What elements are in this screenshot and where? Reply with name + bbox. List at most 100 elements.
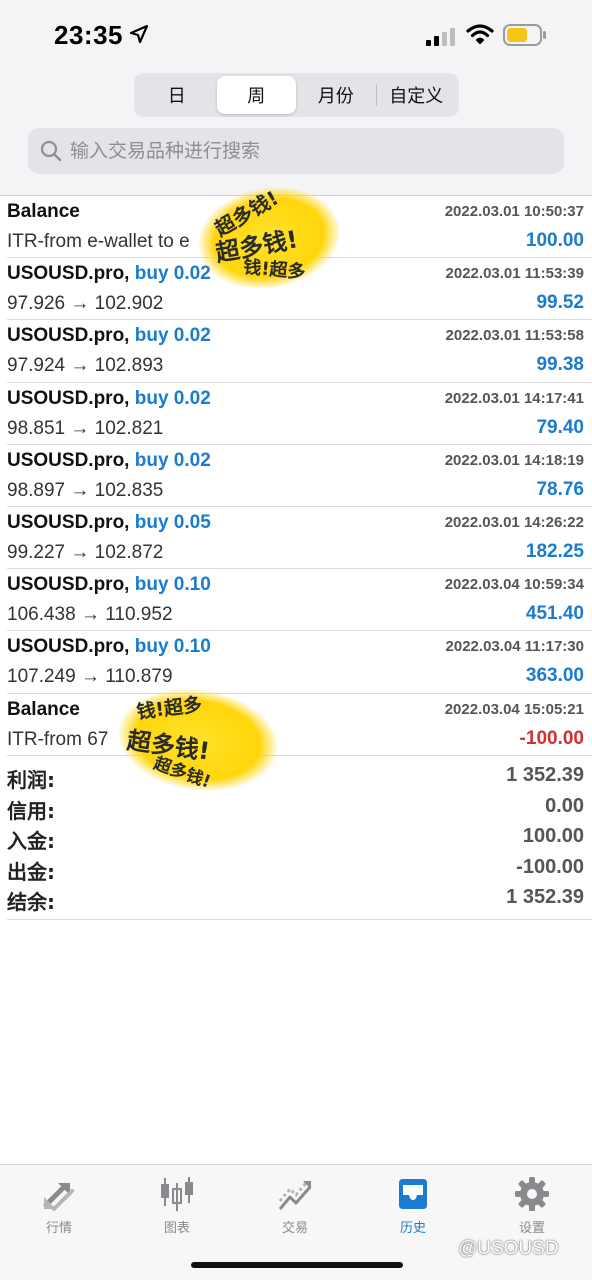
cellular-signal-icon [426, 28, 455, 46]
row-amount: 78.76 [536, 478, 584, 500]
summary-label: 结余: [7, 890, 55, 915]
row-amount: 79.40 [536, 416, 584, 438]
history-inbox-icon [399, 1179, 427, 1209]
row-amount: 99.52 [536, 292, 584, 314]
search-input[interactable] [70, 140, 550, 162]
row-comment-head: ITR-from 67 [7, 728, 109, 750]
tab-label: 设置 [518, 1221, 545, 1236]
row-side: buy 0.02 [134, 387, 211, 409]
history-row[interactable]: Balance 2022.03.04 15:05:21 ITR-from 671… [7, 694, 592, 756]
row-prices: 98.897 → 102.835 [7, 479, 164, 501]
row-time: 2022.03.04 11:17:30 [445, 638, 584, 656]
quotes-arrows-icon [43, 1183, 74, 1211]
row-title: USOUSD.pro, [7, 511, 130, 533]
row-time: 2022.03.01 14:17:41 [444, 389, 584, 407]
row-prices: 106.438 → 110.952 [7, 604, 173, 626]
row-symbol: USOUSD.pro, buy 0.10 [7, 636, 211, 658]
row-time: 2022.03.01 10:50:37 [444, 203, 584, 220]
row-title: USOUSD.pro, [7, 636, 130, 658]
battery-icon [503, 24, 546, 46]
row-prices: 97.924 → 102.893 [7, 355, 164, 377]
segment-day[interactable]: 日 [137, 76, 217, 114]
summary-deposit: 入金: 100.00 [7, 823, 592, 854]
row-prices: 97.926 → 102.902 [7, 293, 164, 315]
summary-value: 100.00 [522, 825, 584, 848]
row-symbol: USOUSD.pro, buy 0.10 [7, 574, 211, 596]
history-row[interactable]: USOUSD.pro, buy 0.02 2022.03.01 14:18:19… [7, 445, 592, 507]
row-prices: 99.227 → 102.872 [7, 541, 164, 563]
search-bar[interactable] [28, 128, 564, 174]
tab-quotes[interactable]: 行情 [9, 1171, 109, 1241]
tab-charts[interactable]: 图表 [127, 1171, 227, 1241]
tab-trade[interactable]: 交易 [245, 1171, 345, 1241]
summary-credit: 信用: 0.00 [7, 793, 592, 824]
row-title: USOUSD.pro, [7, 387, 130, 409]
tab-settings[interactable]: 设置 [482, 1171, 582, 1241]
row-title: USOUSD.pro, [7, 449, 130, 471]
summary-balance: 结余: 1 352.39 [7, 884, 592, 915]
row-side: buy 0.10 [134, 574, 211, 596]
row-amount: -100.00 [519, 727, 584, 749]
segment-month[interactable]: 月份 [296, 76, 376, 114]
row-title: USOUSD.pro, [7, 574, 130, 596]
candlestick-icon [161, 1177, 193, 1211]
row-symbol: USOUSD.pro, buy 0.02 [7, 388, 211, 410]
row-prices: 98.851 → 102.821 [7, 417, 164, 439]
row-time: 2022.03.04 10:59:34 [444, 576, 584, 594]
gear-icon [515, 1177, 549, 1211]
summary-value: 0.00 [545, 794, 584, 817]
segment-custom[interactable]: 自定义 [377, 76, 457, 114]
summary-value: 1 352.39 [506, 764, 584, 786]
row-symbol: USOUSD.pro, buy 0.05 [7, 512, 211, 534]
sticker-text: 钱!超多 [242, 256, 307, 284]
account-summary: 利润: 1 352.39 信用: 0.00 入金: 100.00 出金: -10… [7, 762, 592, 915]
row-symbol: Balance [7, 201, 80, 223]
tab-label: 交易 [281, 1221, 308, 1236]
home-indicator[interactable] [191, 1262, 403, 1268]
tab-label: 图表 [163, 1221, 190, 1236]
tab-history[interactable]: 历史 [363, 1171, 463, 1241]
row-amount: 363.00 [525, 665, 584, 687]
row-symbol: Balance [7, 699, 80, 721]
row-prices: 107.249 → 110.879 [7, 666, 173, 688]
summary-label: 利润: [7, 768, 55, 792]
summary-label: 入金: [7, 829, 55, 854]
history-row[interactable]: USOUSD.pro, buy 0.02 2022.03.01 14:17:41… [7, 383, 592, 445]
watermark: @USOUSD [458, 1238, 559, 1259]
period-segmented-control: 日 周 月份 自定义 [134, 73, 459, 117]
row-side: buy 0.10 [134, 636, 211, 658]
row-symbol: USOUSD.pro, buy 0.02 [7, 263, 211, 285]
row-time: 2022.03.01 11:53:39 [445, 265, 584, 283]
history-row[interactable]: USOUSD.pro, buy 0.05 2022.03.01 14:26:22… [7, 507, 592, 570]
history-row[interactable]: USOUSD.pro, buy 0.10 2022.03.04 11:17:30… [7, 631, 592, 694]
wifi-icon [466, 24, 494, 44]
row-title: USOUSD.pro, [7, 263, 130, 285]
trade-chart-icon [278, 1181, 312, 1210]
tab-label: 历史 [399, 1221, 426, 1236]
tab-label: 行情 [45, 1221, 72, 1236]
summary-label: 信用: [7, 798, 55, 823]
row-time: 2022.03.01 14:26:22 [444, 513, 584, 531]
row-symbol: USOUSD.pro, buy 0.02 [7, 450, 211, 472]
segment-week[interactable]: 周 [216, 76, 296, 114]
row-side: buy 0.02 [134, 449, 211, 471]
summary-withdrawal: 出金: -100.00 [7, 854, 592, 885]
row-amount: 451.40 [525, 603, 584, 625]
row-time: 2022.03.01 14:18:19 [444, 451, 584, 469]
row-title: Balance [7, 201, 80, 222]
summary-divider [7, 919, 592, 920]
row-title: USOUSD.pro, [7, 325, 130, 347]
summary-profit: 利润: 1 352.39 [7, 762, 592, 793]
row-side: buy 0.02 [134, 325, 211, 347]
row-symbol: USOUSD.pro, buy 0.02 [7, 325, 211, 347]
search-icon [40, 140, 62, 162]
row-side: buy 0.02 [134, 263, 211, 285]
summary-value: -100.00 [516, 855, 584, 878]
row-amount: 182.25 [525, 540, 584, 562]
history-row[interactable]: USOUSD.pro, buy 0.02 2022.03.01 11:53:58… [7, 320, 592, 383]
history-row[interactable]: USOUSD.pro, buy 0.10 2022.03.04 10:59:34… [7, 569, 592, 632]
location-arrow-icon [129, 24, 149, 44]
header-area: 23:35 日 周 月份 自定义 [0, 0, 592, 196]
summary-value: 1 352.39 [506, 886, 584, 909]
row-amount: 99.38 [536, 354, 584, 376]
